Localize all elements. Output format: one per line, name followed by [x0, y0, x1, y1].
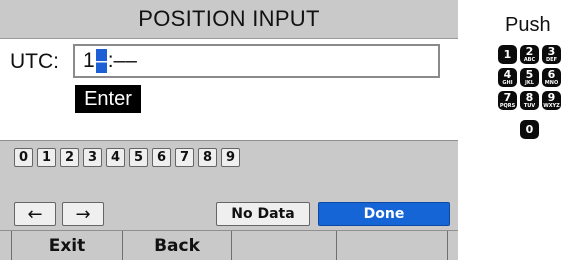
digit-key-2[interactable]: 2: [60, 148, 79, 167]
digit-key-8[interactable]: 8: [198, 148, 217, 167]
keypad-key-6-icon: 6 MNO: [542, 68, 561, 87]
utc-value-before: 1: [83, 49, 95, 72]
digit-key-4[interactable]: 4: [106, 148, 125, 167]
exit-softkey[interactable]: Exit: [12, 231, 122, 260]
key-letters: WXYZ: [543, 103, 560, 109]
key-digit: 2: [525, 45, 534, 58]
key-digit: 4: [503, 68, 512, 81]
key-letters: PQRS: [499, 103, 516, 109]
no-data-button[interactable]: No Data: [216, 202, 310, 226]
keypad-key-5-icon: 5 JKL: [520, 68, 539, 87]
radio-screen: POSITION INPUT UTC: 1–:–– Enter 0 1 2 3 …: [0, 0, 458, 260]
key-digit: 5: [525, 68, 534, 81]
push-label: Push: [505, 14, 551, 36]
keypad-key-1-icon: 1: [498, 45, 517, 64]
digit-key-1[interactable]: 1: [37, 148, 56, 167]
key-digit: 8: [525, 91, 534, 104]
enter-indicator: Enter: [75, 85, 141, 113]
softkey-bar: Exit Back: [0, 230, 458, 260]
keypad-key-2-icon: 2 ABC: [520, 45, 539, 64]
softkey-4[interactable]: [337, 231, 447, 260]
key-letters: ABC: [523, 57, 536, 63]
key-digit: 3: [547, 45, 556, 58]
back-softkey[interactable]: Back: [123, 231, 231, 260]
key-digit: 7: [503, 91, 512, 104]
key-digit: 6: [547, 68, 556, 81]
key-letters: JKL: [525, 80, 534, 86]
digit-key-6[interactable]: 6: [152, 148, 171, 167]
utc-input[interactable]: 1–:––: [73, 44, 440, 78]
key-letters: TUV: [523, 103, 536, 109]
keypad-key-4-icon: 4 GHI: [498, 68, 517, 87]
digit-key-7[interactable]: 7: [175, 148, 194, 167]
key-digit: 0: [525, 123, 534, 136]
done-button[interactable]: Done: [318, 202, 450, 226]
digit-key-0[interactable]: 0: [14, 148, 33, 167]
keypad-key-7-icon: 7 PQRS: [498, 91, 517, 110]
digit-key-5[interactable]: 5: [129, 148, 148, 167]
key-letters: MNO: [544, 80, 559, 86]
utc-value-after: :––: [107, 49, 137, 72]
keypad-key-0-icon: 0: [520, 120, 539, 139]
key-letters: DEF: [546, 57, 557, 63]
right-arrow-button[interactable]: →: [62, 202, 104, 226]
keypad-key-9-icon: 9 WXYZ: [542, 91, 561, 110]
digit-key-9[interactable]: 9: [221, 148, 240, 167]
text-cursor: –: [95, 49, 108, 73]
key-letters: GHI: [502, 80, 513, 86]
left-arrow-button[interactable]: ←: [14, 202, 56, 226]
softkey-divider: [447, 231, 448, 260]
key-digit: 9: [547, 91, 556, 104]
utc-label: UTC:: [10, 50, 59, 73]
keypad-key-8-icon: 8 TUV: [520, 91, 539, 110]
softkey-3[interactable]: [232, 231, 336, 260]
keypad-key-3-icon: 3 DEF: [542, 45, 561, 64]
key-digit: 1: [503, 47, 512, 61]
keypad-area: 0 1 2 3 4 5 6 7 8 9 ← → No Data Done: [0, 140, 458, 231]
screen-title: POSITION INPUT: [0, 0, 458, 39]
digit-key-3[interactable]: 3: [83, 148, 102, 167]
